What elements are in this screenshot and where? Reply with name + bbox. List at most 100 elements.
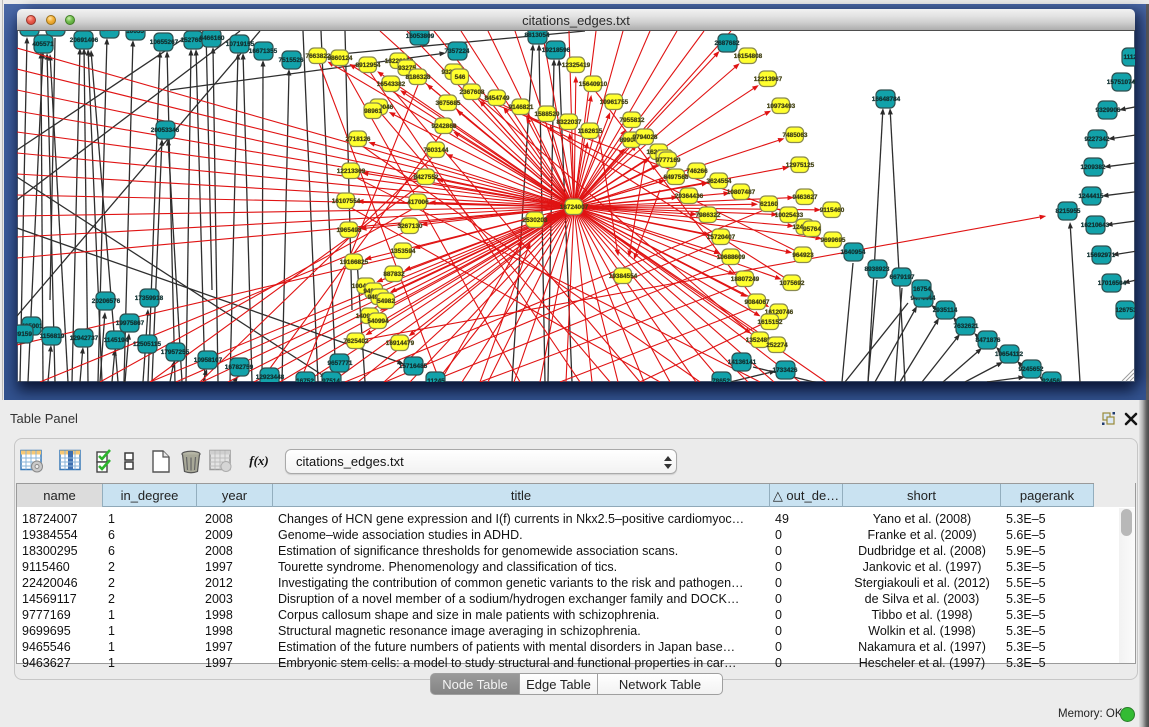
svg-text:15751074: 15751074 [1107,79,1135,86]
svg-text:16210643: 16210643 [1081,222,1110,229]
svg-text:16107554: 16107554 [332,198,361,205]
svg-text:20364436: 20364436 [675,193,704,200]
svg-text:20053346: 20053346 [151,127,180,134]
svg-text:10688609: 10688609 [717,254,746,261]
svg-text:54982: 54982 [377,298,395,305]
svg-text:1640954: 1640954 [841,249,866,256]
svg-text:8186328: 8186328 [406,74,431,81]
svg-text:9699695: 9699695 [821,237,846,244]
svg-text:12975125: 12975125 [786,162,815,169]
svg-text:16053809: 16053809 [406,33,435,40]
svg-text:8912954: 8912954 [356,62,381,69]
svg-text:6497568: 6497568 [664,174,689,181]
svg-text:17016504: 17016504 [1098,280,1127,287]
svg-text:16154808: 16154808 [734,53,763,60]
svg-text:6466160: 6466160 [200,35,225,42]
svg-text:540994: 540994 [367,318,389,325]
svg-text:17957255: 17957255 [161,349,190,356]
svg-text:8454749: 8454749 [485,95,510,102]
svg-text:8215955: 8215955 [1056,208,1081,215]
svg-text:1353594: 1353594 [391,248,416,255]
svg-text:16752: 16752 [296,378,314,382]
svg-text:8427552: 8427552 [414,174,439,181]
svg-text:78652: 78652 [712,378,730,382]
svg-text:3675685: 3675685 [436,100,461,107]
svg-text:546: 546 [455,74,466,81]
svg-text:9227342: 9227342 [1085,136,1110,143]
svg-text:7632621: 7632621 [954,323,979,330]
svg-text:8471876: 8471876 [976,337,1001,344]
svg-text:7625402: 7625402 [344,338,369,345]
svg-text:1162615: 1162615 [578,128,603,135]
svg-text:9242868: 9242868 [432,123,457,130]
svg-text:16914479: 16914479 [386,340,415,347]
svg-text:964923: 964923 [792,252,814,259]
svg-text:126753: 126753 [1115,307,1135,314]
svg-text:16648784: 16648784 [872,96,901,103]
svg-text:16782759: 16782759 [225,364,254,371]
svg-text:9115460: 9115460 [820,207,845,214]
svg-text:18724007: 18724007 [560,204,589,211]
svg-text:1965493: 1965493 [337,227,362,234]
svg-text:2055: 2055 [102,31,117,33]
svg-text:12213967: 12213967 [754,76,783,83]
svg-text:1588520: 1588520 [535,111,560,118]
svg-text:19975867: 19975867 [116,320,145,327]
svg-text:11245: 11245 [427,378,445,382]
svg-text:62160: 62160 [760,201,778,208]
svg-text:12505115: 12505115 [133,341,162,348]
svg-text:12325419: 12325419 [562,62,591,69]
svg-text:2530203: 2530203 [523,217,548,224]
svg-text:10958107: 10958107 [194,357,223,364]
svg-text:9463627: 9463627 [793,194,818,201]
svg-text:1156819: 1156819 [40,333,65,340]
svg-text:2687682: 2687682 [715,40,740,47]
svg-text:9657771: 9657771 [328,360,353,367]
svg-text:417006: 417006 [407,199,429,206]
svg-text:1733426: 1733426 [773,367,798,374]
svg-text:7357224: 7357224 [445,48,470,55]
svg-text:9777169: 9777169 [656,157,681,164]
svg-text:2718126: 2718126 [346,136,371,143]
svg-text:20691406: 20691406 [70,37,99,44]
svg-text:10719155: 10719155 [226,41,255,48]
svg-text:405571: 405571 [32,41,54,48]
svg-text:9146821: 9146821 [509,104,534,111]
svg-text:1244415: 1244415 [1079,193,1104,200]
svg-text:1075692: 1075692 [780,280,805,287]
svg-text:19218596: 19218596 [542,47,571,54]
svg-text:10654112: 10654112 [995,351,1024,358]
svg-text:6679197: 6679197 [890,274,915,281]
svg-text:15640910: 15640910 [579,81,608,88]
svg-text:17359918: 17359918 [135,295,164,302]
svg-text:15720407: 15720407 [707,234,736,241]
svg-text:9084067: 9084067 [745,299,770,306]
svg-text:12923448: 12923448 [256,374,285,381]
svg-text:19166825: 19166825 [340,259,369,266]
svg-text:16754: 16754 [913,286,931,293]
svg-text:12213369: 12213369 [337,168,366,175]
svg-text:10655267: 10655267 [150,39,179,46]
svg-text:3624554: 3624554 [707,178,732,185]
svg-text:15692971: 15692971 [1087,252,1116,259]
svg-text:7515526: 7515526 [279,57,304,64]
svg-text:18807249: 18807249 [731,276,760,283]
svg-text:9245652: 9245652 [1019,366,1044,373]
svg-text:2935114: 2935114 [933,307,958,314]
svg-text:20206576: 20206576 [92,298,121,305]
svg-text:9794028: 9794028 [633,134,658,141]
svg-text:11123: 11123 [1123,54,1135,61]
svg-text:16671355: 16671355 [249,48,278,55]
svg-text:8322037: 8322037 [557,119,582,126]
svg-text:15716485: 15716485 [399,363,428,370]
svg-text:16543382: 16543382 [377,81,406,88]
svg-text:1145194: 1145194 [104,337,129,344]
svg-text:10961755: 10961755 [600,99,629,106]
svg-text:10655: 10655 [126,31,144,35]
svg-text:887832: 887832 [383,271,405,278]
svg-text:95764: 95764 [803,226,821,233]
svg-text:10807487: 10807487 [727,189,756,196]
svg-text:252274: 252274 [766,342,788,349]
svg-text:39159: 39159 [17,331,32,338]
svg-text:7485063: 7485063 [783,132,808,139]
